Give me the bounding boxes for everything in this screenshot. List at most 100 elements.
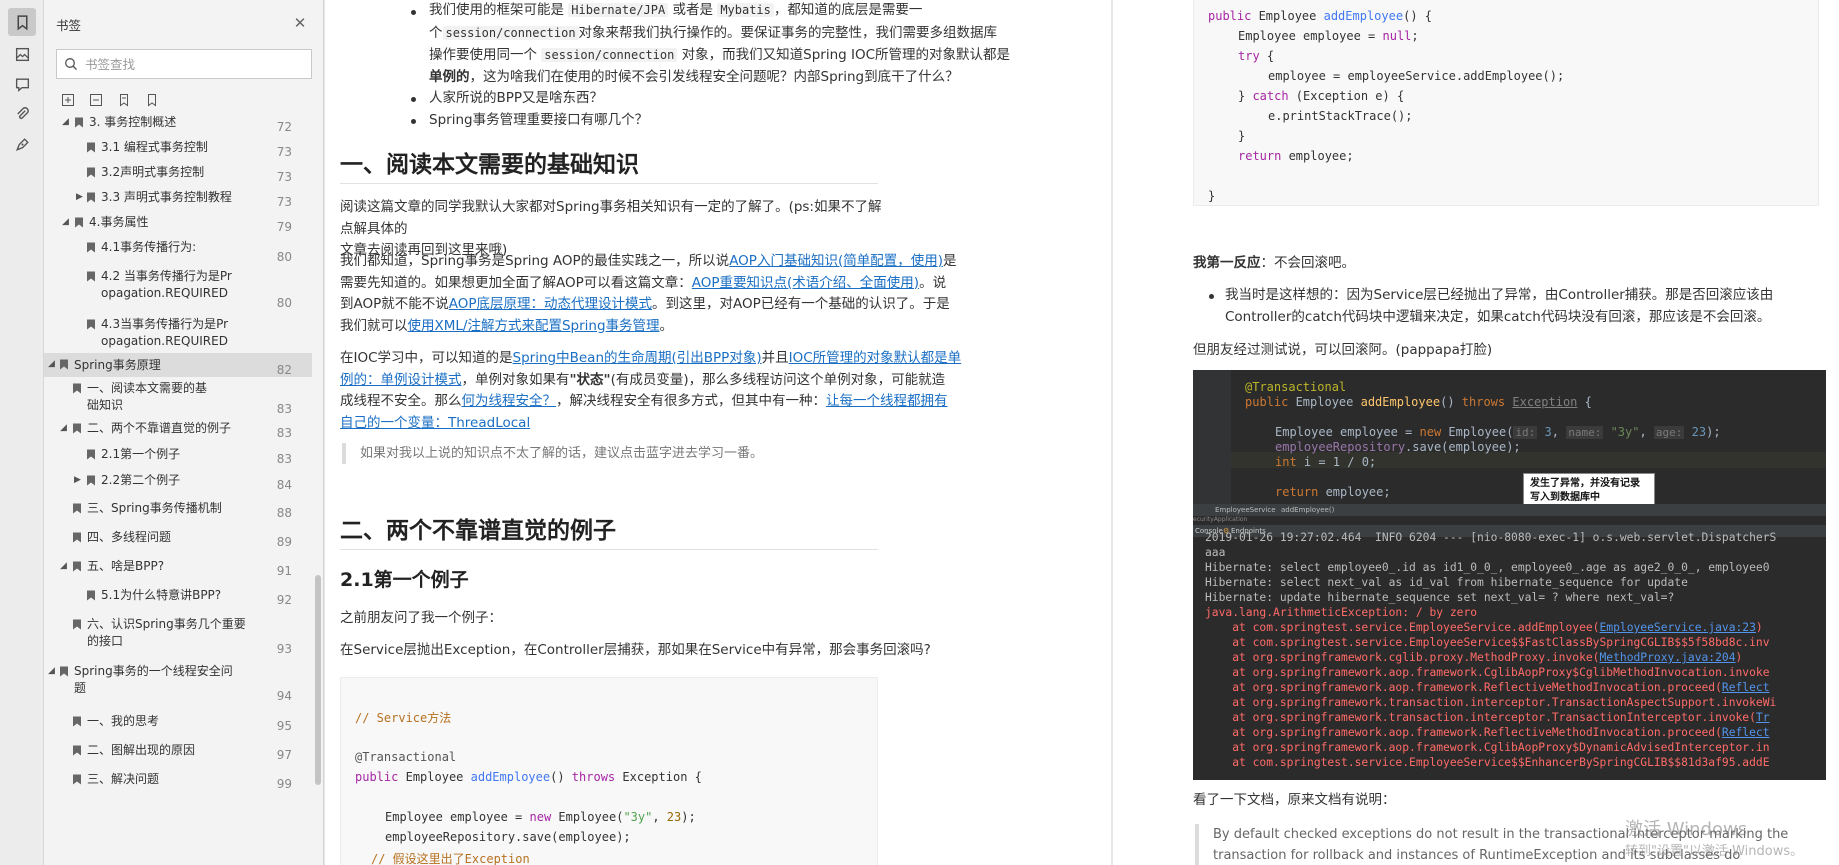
inline-code: session/connection	[541, 48, 678, 62]
text: 对象来帮我们执行操作的。要保证事务的完整性，我们需要多组数据库	[578, 24, 998, 41]
ide-param-hint: id:	[1513, 426, 1538, 439]
bookmark-item[interactable]: 5.1为什么特意讲BPP? 92	[44, 587, 312, 607]
bookmark-icon	[74, 117, 84, 128]
expanded-arrow-icon[interactable]: ◢	[62, 117, 69, 127]
bookmark-item[interactable]: ▶ 3.3 声明式事务控制教程 73	[44, 189, 312, 209]
close-icon[interactable]: ✕	[292, 15, 308, 31]
bookmark-item[interactable]: 一、我的思考 95	[44, 713, 312, 733]
ide-param-hint: name:	[1566, 426, 1604, 439]
inline-code: Mybatis	[717, 3, 774, 17]
link[interactable]: AOP底层原理：动态代理设计模式	[449, 296, 652, 312]
attachment-panel-button[interactable]	[8, 100, 36, 128]
bookmark-icon	[86, 590, 96, 601]
bookmark-page: 80	[276, 250, 292, 264]
bookmark-panel-button[interactable]	[8, 8, 36, 36]
bookmark-label: Spring事务原理	[74, 358, 161, 372]
link[interactable]: 何为线程安全？	[462, 393, 557, 409]
expanded-arrow-icon[interactable]: ◢	[60, 561, 67, 571]
link[interactable]: 使用XML/注解方式来配置Spring事务管理	[408, 318, 660, 334]
code-line: } catch (Exception e) {	[1238, 89, 1404, 103]
text: 个	[429, 24, 443, 41]
collapsed-arrow-icon[interactable]: ▶	[74, 475, 81, 485]
bookmark-item[interactable]: ◢ 3. 事务控制概述 72	[44, 114, 312, 134]
link[interactable]: 让每一个线程都拥有	[826, 393, 948, 409]
code-line: employee = employeeService.addEmployee()…	[1268, 69, 1565, 83]
add-bookmark-icon[interactable]	[116, 92, 132, 108]
bookmark-page: 80	[276, 296, 292, 310]
ide-code-line: return employee;	[1275, 485, 1391, 499]
bookmark-item[interactable]: 2.1第一个例子 83	[44, 446, 312, 466]
panel-title: 书签	[56, 18, 82, 33]
bookmark-item[interactable]: 三、Spring事务传播机制 88	[44, 500, 312, 520]
bookmark-item[interactable]: ◢ 4.事务属性 79	[44, 214, 312, 234]
heading-divider	[340, 183, 878, 184]
heading-2: 2.1第一个例子	[340, 569, 469, 591]
bookmark-item[interactable]: 三、解决问题 99	[44, 771, 312, 791]
bookmark-item[interactable]: ◢ 二、两个不靠谱直觉的例子 83	[44, 420, 312, 440]
link[interactable]: AOP入门基础知识(简单配置，使用)	[729, 253, 943, 269]
bookmark-item-selected[interactable]: ◢ Spring事务原理 82	[44, 353, 312, 377]
signature-panel-button[interactable]	[8, 130, 36, 158]
thumbnail-panel-button[interactable]	[8, 40, 36, 68]
code-comment: // 假设这里出了Exception	[371, 852, 530, 865]
bookmark-item[interactable]: 六、认识Spring事务几个重要的接口 93	[44, 616, 312, 656]
bullet-paragraph: 人家所说的BPP又是啥东西？	[429, 90, 604, 106]
bookmark-item[interactable]: 4.2 当事务传播行为是Propagation.REQUIRED 80	[44, 268, 312, 310]
link[interactable]: IOC所管理的对象默认都是单	[789, 350, 962, 366]
expanded-arrow-icon[interactable]: ◢	[48, 666, 55, 676]
ide-console-output: 2019-01-26 19:27:02.464 INFO 6204 --- [n…	[1193, 531, 1826, 780]
bookmark-item[interactable]: 3.2声明式事务控制 73	[44, 164, 312, 184]
search-icon	[57, 57, 85, 71]
code-line: }	[1238, 129, 1246, 143]
text: 写入到数据库中	[1530, 492, 1600, 503]
code-type: Employee	[405, 770, 464, 784]
bookmark-item[interactable]: ◢ 五、啥是BPP? 91	[44, 558, 312, 578]
bookmark-item[interactable]: ▶ 2.2第二个例子 84	[44, 472, 312, 492]
text: ，解决线程安全有很多方式，但其中有一种：	[556, 393, 826, 409]
code-string: "3y"	[623, 810, 653, 824]
code-block: // Service方法 @Transactional public Emplo…	[340, 677, 878, 865]
ide-keyword: return	[1275, 485, 1319, 499]
bookmark-item[interactable]: ◢ Spring事务的一个线程安全问题 94	[44, 663, 312, 703]
bookmark-item[interactable]: 四、多线程问题 89	[44, 529, 312, 549]
text: 成线程不安全。那么	[340, 393, 462, 409]
bookmark-icon	[72, 745, 82, 756]
comment-panel-button[interactable]	[8, 70, 36, 98]
link[interactable]: 例的：单例设计模式	[340, 372, 462, 388]
text: (有成员变量)，那么多线程访问这个单例对象，可能就造	[610, 371, 946, 388]
code-text: ;	[1411, 29, 1419, 43]
bookmark-item[interactable]: 3.1 编程式事务控制 73	[44, 139, 312, 159]
ide-param-hint: age:	[1653, 426, 1685, 439]
bookmark-icon	[72, 716, 82, 727]
bold-text: 单例的	[429, 68, 470, 85]
collapse-all-icon[interactable]	[88, 92, 104, 108]
bookmark-item[interactable]: 二、图解出现的原因 97	[44, 742, 312, 762]
bookmark-search-input[interactable]	[85, 56, 300, 72]
link[interactable]: AOP重要知识点(术语介绍、全面使用)	[692, 275, 919, 291]
delete-bookmark-icon[interactable]	[144, 92, 160, 108]
link[interactable]: Spring中Bean的生命周期(引出BPP对象)	[513, 350, 762, 366]
ide-keyword: throws	[1461, 395, 1506, 409]
stack-link: EmployeeService.java:23	[1599, 621, 1756, 634]
ide-text: Employee(	[1441, 425, 1514, 439]
link[interactable]: 自己的一个变量：ThreadLocal	[340, 415, 530, 431]
ide-breadcrumb-item: EmployeeService	[1215, 506, 1276, 514]
expanded-arrow-icon[interactable]: ◢	[62, 217, 69, 227]
heading-1: 二、两个不靠谱直觉的例子	[340, 518, 616, 544]
bookmark-page: 97	[276, 748, 292, 762]
ide-keyword: public	[1245, 395, 1289, 409]
bookmark-page: 83	[276, 452, 292, 466]
bookmark-page: 73	[276, 195, 292, 209]
expanded-arrow-icon[interactable]: ◢	[48, 359, 55, 369]
expanded-arrow-icon[interactable]: ◢	[60, 423, 67, 433]
console-line: at com.springtest.service.EmployeeServic…	[1205, 636, 1770, 649]
bookmark-icon	[86, 242, 96, 253]
panel-scrollbar[interactable]	[315, 575, 321, 785]
bookmark-page: 95	[276, 719, 292, 733]
ide-field: employeeRepository	[1275, 440, 1406, 454]
expand-all-icon[interactable]	[60, 92, 76, 108]
bookmark-item[interactable]: 一、阅读本文需要的基础知识 83	[44, 380, 312, 416]
collapsed-arrow-icon[interactable]: ▶	[76, 192, 83, 202]
code-text: }	[1238, 89, 1253, 103]
bookmark-item[interactable]: 4.1事务传播行为: 80	[44, 239, 312, 264]
